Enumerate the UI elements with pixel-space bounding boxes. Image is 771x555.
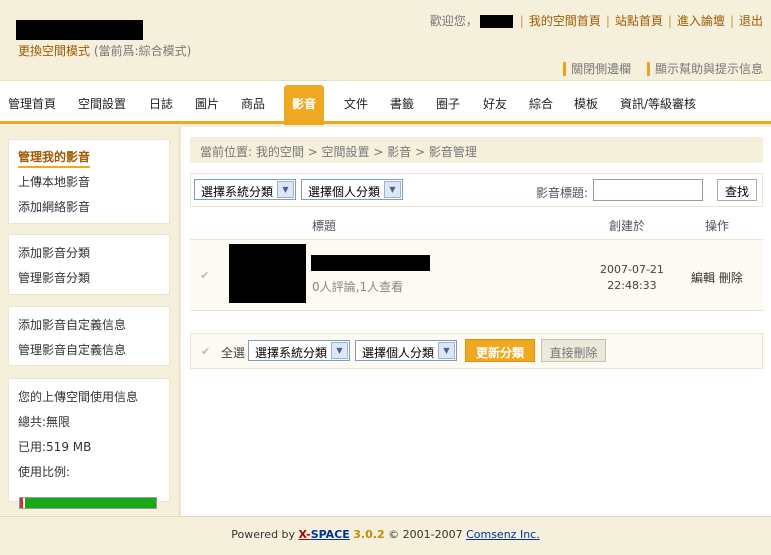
tab-space-settings[interactable]: 空間設置 bbox=[78, 95, 126, 112]
show-help-toggle[interactable]: 顯示幫助與提示信息 bbox=[646, 62, 763, 76]
current-mode-note: (當前爲:綜合模式) bbox=[93, 44, 192, 58]
sidebar-item-manage-custom-info[interactable]: 管理影音自定義信息 bbox=[18, 341, 126, 358]
brand-link-space[interactable]: SPACE bbox=[311, 528, 350, 541]
space-mode-row: 更換空間模式 (當前爲:綜合模式) bbox=[18, 42, 191, 59]
media-created-time: 22:48:33 bbox=[607, 279, 657, 292]
sidebar-item-upload-local[interactable]: 上傳本地影音 bbox=[18, 173, 90, 190]
sidebar-group-custom-info: 添加影音自定義信息 管理影音自定義信息 bbox=[8, 306, 170, 366]
version-text: 3.0.2 bbox=[353, 528, 385, 541]
title-search-input[interactable] bbox=[593, 179, 703, 201]
sidebar-group-media: 管理我的影音 上傳本地影音 添加網絡影音 bbox=[8, 139, 170, 224]
usage-progress-free bbox=[24, 498, 156, 508]
sidebar-item-add-category[interactable]: 添加影音分類 bbox=[18, 244, 90, 261]
separator: | bbox=[519, 14, 524, 28]
sidebar-item-manage-media[interactable]: 管理我的影音 bbox=[18, 148, 91, 168]
usage-total: 總共:無限 bbox=[18, 415, 71, 429]
header: 更換空間模式 (當前爲:綜合模式) 歡迎您， | 我的空間首頁 | 站點首頁 | 進入論壇 |… bbox=[0, 0, 771, 80]
chevron-down-icon: ▼ bbox=[277, 181, 294, 198]
usage-progress-used bbox=[20, 498, 23, 508]
chevron-down-icon: ▼ bbox=[438, 342, 455, 359]
sidebar-item-add-custom-info[interactable]: 添加影音自定義信息 bbox=[18, 316, 126, 333]
separator: | bbox=[605, 14, 610, 28]
breadcrumb: 當前位置: 我的空間 > 空間設置 > 影音 > 影音管理 bbox=[190, 137, 763, 163]
tab-general[interactable]: 綜合 bbox=[529, 95, 553, 112]
personal-category-select[interactable]: 選擇個人分類 ▼ bbox=[301, 179, 403, 200]
main-nav: 管理首頁 空間設置 日誌 圖片 商品 影音 文件 書籤 圈子 好友 綜合 模板 … bbox=[0, 80, 771, 125]
sidebar-item-manage-category[interactable]: 管理影音分類 bbox=[18, 269, 90, 286]
switch-space-mode-link[interactable]: 更換空間模式 bbox=[18, 44, 90, 58]
tab-bookmarks[interactable]: 書籤 bbox=[390, 95, 414, 112]
usage-used: 已用:519 MB bbox=[18, 440, 92, 454]
toggle-row: 關閉側邊欄 顯示幫助與提示信息 bbox=[551, 60, 763, 77]
check-icon[interactable]: ✔ bbox=[201, 345, 210, 358]
media-created-date: 2007-07-21 bbox=[600, 263, 664, 276]
table-row: ✔ 0人評論,1人查看 2007-07-21 22:48:33 編輯 刪除 bbox=[190, 239, 763, 311]
edit-link[interactable]: 編輯 bbox=[691, 271, 715, 285]
media-thumbnail[interactable] bbox=[229, 244, 306, 303]
find-button[interactable]: 查找 bbox=[717, 179, 757, 201]
space-name-redacted bbox=[16, 20, 143, 40]
select-all-label[interactable]: 全選 bbox=[221, 344, 245, 361]
my-space-home-link[interactable]: 我的空間首頁 bbox=[529, 14, 601, 28]
tab-blog[interactable]: 日誌 bbox=[149, 95, 173, 112]
filter-bar: 選擇系統分類 ▼ 選擇個人分類 ▼ 影音標題: 查找 bbox=[190, 173, 763, 207]
media-title-redacted[interactable] bbox=[311, 255, 430, 271]
direct-delete-button[interactable]: 直接刪除 bbox=[541, 339, 606, 362]
check-icon[interactable]: ✔ bbox=[200, 269, 209, 282]
search-label: 影音標題: bbox=[536, 186, 589, 200]
close-sidebar-toggle[interactable]: 關閉側邊欄 bbox=[563, 62, 632, 76]
chevron-down-icon: ▼ bbox=[384, 181, 401, 198]
batch-personal-category-value: 選擇個人分類 bbox=[362, 346, 435, 360]
media-ops: 編輯 刪除 bbox=[691, 269, 743, 286]
sidebar-group-categories: 添加影音分類 管理影音分類 bbox=[8, 234, 170, 295]
separator: | bbox=[729, 14, 734, 28]
company-link[interactable]: Comsenz Inc. bbox=[466, 528, 540, 541]
copyright-text: © 2001-2007 bbox=[388, 528, 463, 541]
site-home-link[interactable]: 站點首頁 bbox=[615, 14, 663, 28]
personal-category-value: 選擇個人分類 bbox=[308, 185, 381, 199]
tab-files[interactable]: 文件 bbox=[344, 95, 368, 112]
sidebar: 管理我的影音 上傳本地影音 添加網絡影音 添加影音分類 管理影音分類 添加影音自… bbox=[0, 127, 180, 516]
tab-templates[interactable]: 模板 bbox=[574, 95, 598, 112]
header-created: 創建於 bbox=[609, 219, 646, 233]
logout-link[interactable]: 退出 bbox=[739, 14, 763, 28]
forum-link[interactable]: 進入論壇 bbox=[677, 14, 725, 28]
usage-progress-bar bbox=[19, 497, 157, 509]
usage-title: 您的上傳空間使用信息 bbox=[18, 390, 139, 404]
top-links: 歡迎您， | 我的空間首頁 | 站點首頁 | 進入論壇 | 退出 bbox=[430, 12, 763, 29]
update-category-button[interactable]: 更新分類 bbox=[465, 339, 535, 362]
tab-images[interactable]: 圖片 bbox=[195, 95, 219, 112]
batch-personal-category-select[interactable]: 選擇個人分類 ▼ bbox=[355, 340, 457, 361]
tab-info-level-review[interactable]: 資訊/等級審核 bbox=[620, 95, 696, 112]
media-stats: 0人評論,1人查看 bbox=[312, 280, 404, 294]
batch-system-category-value: 選擇系統分類 bbox=[255, 346, 328, 360]
tab-manage-home[interactable]: 管理首頁 bbox=[8, 95, 56, 112]
media-created: 2007-07-21 22:48:33 bbox=[600, 262, 664, 294]
batch-system-category-select[interactable]: 選擇系統分類 ▼ bbox=[248, 340, 350, 361]
table-header: 標題 創建於 操作 bbox=[190, 213, 763, 237]
header-title: 標題 bbox=[312, 219, 337, 233]
powered-by-text: Powered by bbox=[231, 528, 296, 541]
header-ops: 操作 bbox=[705, 219, 730, 233]
welcome-text: 歡迎您， bbox=[429, 14, 478, 28]
sidebar-item-add-web-media[interactable]: 添加網絡影音 bbox=[18, 198, 90, 215]
delete-link[interactable]: 刪除 bbox=[719, 271, 743, 285]
sidebar-usage-box: 您的上傳空間使用信息 總共:無限 已用:519 MB 使用比例: bbox=[8, 378, 170, 509]
footer: Powered by X-SPACE 3.0.2 © 2001-2007 Com… bbox=[0, 516, 771, 555]
system-category-select[interactable]: 選擇系統分類 ▼ bbox=[194, 179, 296, 200]
separator: | bbox=[667, 14, 672, 28]
system-category-value: 選擇系統分類 bbox=[201, 185, 274, 199]
tab-groups[interactable]: 圈子 bbox=[436, 95, 460, 112]
tab-friends[interactable]: 好友 bbox=[483, 95, 507, 112]
main-content: 當前位置: 我的空間 > 空間設置 > 影音 > 影音管理 選擇系統分類 ▼ 選… bbox=[181, 127, 771, 516]
chevron-down-icon: ▼ bbox=[331, 342, 348, 359]
usage-ratio-label: 使用比例: bbox=[18, 465, 71, 479]
batch-action-bar: ✔ 全選 選擇系統分類 ▼ 選擇個人分類 ▼ 更新分類 直接刪除 bbox=[190, 333, 763, 369]
username-redacted bbox=[479, 15, 513, 28]
tab-goods[interactable]: 商品 bbox=[241, 95, 265, 112]
tab-media[interactable]: 影音 bbox=[284, 85, 325, 125]
brand-link-x[interactable]: X- bbox=[299, 528, 311, 541]
